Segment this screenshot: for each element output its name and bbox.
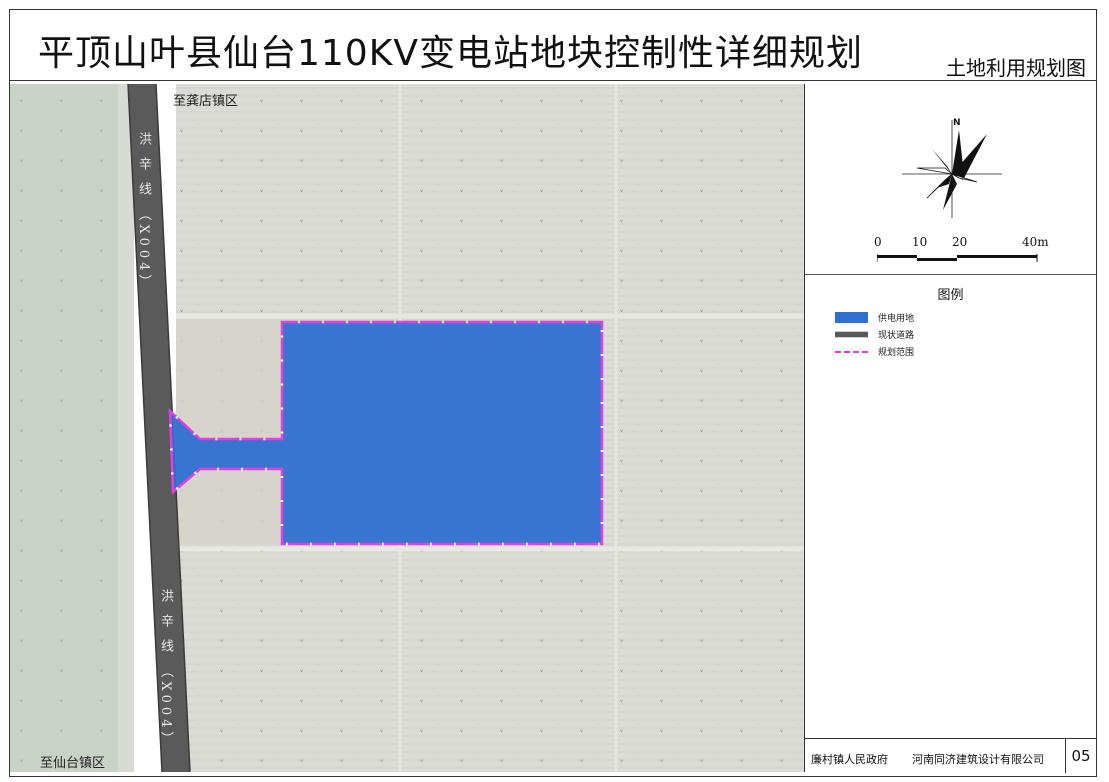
scale-tick-2: 20 (952, 235, 968, 249)
scale-tick-3: 40m (1022, 235, 1049, 249)
map-canvas[interactable]: ᵥ · 至龚店镇区 至仙台镇区 洪 辛 线 （X004） 洪 辛 线 （X004… (10, 84, 805, 772)
legend-title: 图例 (937, 288, 964, 303)
legend-item-road: 现状道路 (835, 328, 914, 341)
designer-name: 河南同济建筑设计有限公司 (912, 753, 1044, 766)
legend-label: 供电用地 (878, 314, 915, 324)
scale-tick-1: 10 (912, 235, 928, 249)
title-bar: 平顶山叶县仙台110KV变电站地块控制性详细规划 土地利用规划图 (10, 10, 1096, 81)
title-block: 廉村镇人民政府 河南同济建筑设计有限公司 05 (805, 738, 1096, 773)
north-arrow-icon (902, 120, 1002, 218)
scale-tick-0: 0 (874, 235, 882, 249)
north-label: N (953, 118, 961, 128)
legend-item-boundary: 规划范围 (835, 345, 914, 358)
page-title: 平顶山叶县仙台110KV变电站地块控制性详细规划 (38, 33, 863, 74)
road-name-label-upper: 洪 辛 线 （X004） (136, 132, 151, 292)
magenta-dashed-line-icon (835, 350, 868, 353)
legend-label: 现状道路 (878, 331, 915, 341)
north-destination-label: 至龚店镇区 (173, 94, 239, 109)
sheet-number: 05 (1065, 739, 1096, 773)
south-destination-label: 至仙台镇区 (40, 756, 106, 771)
side-panel: N 0 10 20 40m 图例 供电用地 现状道路 规划范围 廉村镇人民政府 … (805, 84, 1096, 773)
legend-label: 规划范围 (878, 348, 915, 358)
legend-item-power-land: 供电用地 (835, 311, 914, 324)
scale-bar (877, 254, 1038, 262)
blue-fill-icon (835, 312, 868, 323)
panel-divider (805, 274, 1096, 275)
road-name-label-lower: 洪 辛 线 （X004） (158, 589, 173, 749)
gray-road-line-icon (835, 331, 868, 338)
map-svg: ᵥ · (10, 84, 804, 772)
map-type-label: 土地利用规划图 (946, 56, 1086, 80)
client-name: 廉村镇人民政府 (811, 753, 888, 766)
